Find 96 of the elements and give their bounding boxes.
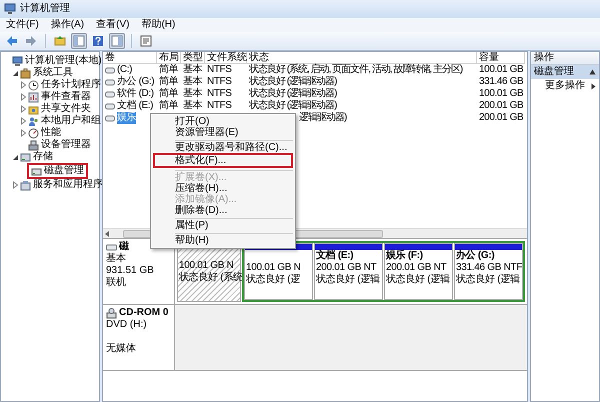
tree-item[interactable]: 本地用户和组 [27,115,102,127]
table-cell: NTFS [207,100,232,112]
panel-icon [73,35,85,47]
table-cell-text: 状态良好 (逻辑驱动器) [249,88,336,100]
cd-drive-icon [106,308,117,318]
services-icon [20,180,31,190]
menu-item[interactable]: 更改驱动器号和路径(C)... [153,142,293,153]
table-cell-text: 状态良好 (系统, 启动, 页面文件, 活动, 故障转储, 主分区) [249,64,462,76]
forward-arrow-icon [25,35,37,47]
tree-item[interactable]: 计算机管理(本地) [11,55,103,67]
table-cell[interactable]: 软件 (D:) [117,88,154,100]
table-cell: 200.01 GB [479,112,524,124]
partition[interactable]: 办公 (G:) 331.46 GB NTF 状态良好 (逻辑 [454,243,523,300]
table-cell: 331.46 GB [479,76,524,88]
menu-item[interactable]: 操作(A) [50,19,84,31]
table-cell: NTFS [207,88,232,100]
table-cell[interactable]: 办公 (G:) [117,76,154,88]
disk-status: 无媒体 [106,343,137,355]
tree-item[interactable]: 设备管理器 [27,139,92,151]
toolbox-icon [20,68,31,78]
table-cell-text: 基本 [183,88,202,100]
table-cell-text: 简单 [159,76,178,88]
menu-item[interactable]: 文件(F) [6,19,39,31]
device-icon [28,140,39,150]
collapse-icon [589,69,596,75]
expander-icon[interactable] [11,153,19,161]
column-header[interactable]: 类型 [181,52,205,64]
menu-item[interactable]: 打开(O) [153,116,293,127]
storage-icon [20,152,31,162]
toolbar-button[interactable] [109,33,125,49]
menu-item[interactable]: 帮助(H) [141,19,176,31]
tree-item[interactable]: 存储 [19,151,54,163]
menu-item[interactable]: 格式化(F)... [153,153,293,168]
back-arrow-icon [6,35,18,47]
disk-name: 磁 [119,241,129,252]
action-section[interactable]: 磁盘管理 [531,65,599,79]
menu-item[interactable]: 属性(P) [153,220,293,231]
arrow-right-icon [591,82,596,90]
table-cell: NTFS [207,76,232,88]
disk-status: 联机 [106,277,127,289]
table-cell: NTFS [207,64,232,76]
table-cell[interactable]: 文档 (E:) [117,100,154,112]
computer-icon [4,3,16,15]
disk-type: 基本 [106,253,127,265]
table-cell: 逻辑驱动器) [299,112,346,124]
table-cell-text: 状态良好 (逻辑驱动器) [249,100,336,112]
tree-item[interactable]: 共享文件夹 [27,103,92,115]
toolbar-button[interactable] [90,33,106,49]
menu-item[interactable]: 压缩卷(H)... [153,183,293,194]
table-cell: 100.01 GB [479,64,524,76]
table-cell[interactable]: (C:) [117,64,132,76]
column-header[interactable]: 状态 [247,52,477,64]
menu-item[interactable]: 查看(V) [96,19,130,31]
disk-name: CD-ROM 0 [119,307,168,319]
menu-item[interactable]: 删除卷(D)... [153,205,293,216]
tree-item[interactable]: 服务和应用程序 [19,179,104,191]
disk-size: 931.51 GB [106,265,155,276]
log-icon [28,92,39,102]
table-cell-text: 状态良好 (逻辑驱动器) [249,76,336,88]
table-cell-text: 简单 [159,88,178,100]
left-arrow-icon [103,230,111,238]
column-header[interactable]: 卷 [103,52,157,64]
table-cell-text: 简单 [159,64,178,76]
column-header[interactable]: 布局 [157,52,181,64]
computer-icon [12,56,23,66]
list-icon [140,35,152,47]
column-header[interactable]: 文件系统 [205,52,247,64]
tree-item[interactable]: 磁盘管理 [27,163,88,179]
table-cell-text: 基本 [183,76,202,88]
disk-type: DVD (H:) [106,319,148,331]
users-icon [28,116,39,126]
table-cell-text: 基本 [183,64,202,76]
column-header[interactable]: 容量 [477,52,525,64]
help-icon [92,35,104,47]
action-item[interactable]: 更多操作 [531,79,599,93]
tree-item[interactable]: 系统工具 [19,67,74,79]
panel-icon [111,35,123,47]
tree-item[interactable]: 任务计划程序 [27,79,102,91]
table-cell: 100.01 GB [479,88,524,100]
tree-item[interactable]: 性能 [27,127,62,139]
folder-icon [54,35,66,47]
table-cell: 简单 [159,100,178,112]
clock-icon [28,80,39,90]
table-cell: 基本 [183,100,202,112]
expander-icon[interactable] [11,69,19,77]
table-cell: 200.01 GB [479,100,524,112]
window-title: 计算机管理 [20,3,70,15]
toolbar-button[interactable] [138,33,154,49]
menu-item[interactable]: 资源管理器(E) [153,127,293,138]
gauge-icon [28,128,39,138]
toolbar-button[interactable] [71,33,87,49]
panel-header: 操作 [531,52,599,65]
tree-item[interactable]: 事件查看器 [27,91,92,103]
partition[interactable]: 娱乐 (F:) 200.01 GB NT 状态良好 (逻辑 [384,243,453,300]
partition[interactable]: 文档 (E:) 200.01 GB NT 状态良好 (逻辑 [314,243,383,300]
shared-folder-icon [28,104,39,114]
